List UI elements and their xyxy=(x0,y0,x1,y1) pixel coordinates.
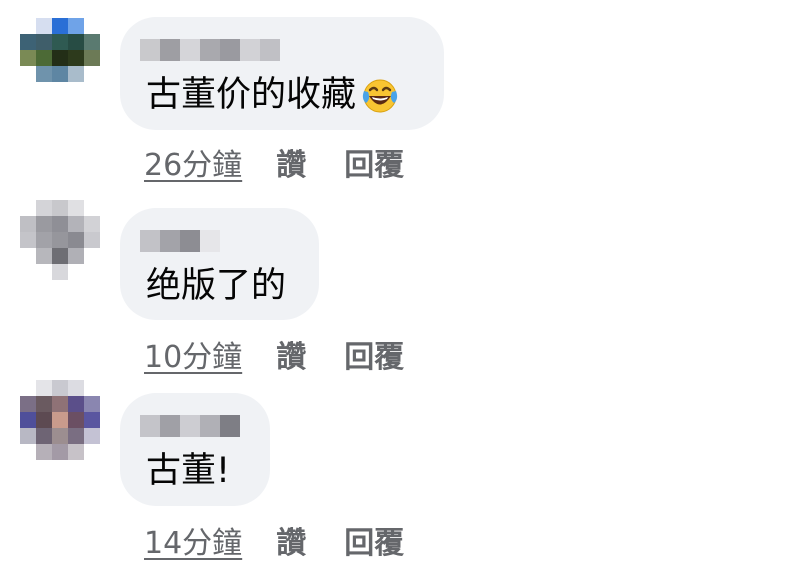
tears-of-joy-emoji-icon xyxy=(362,79,398,113)
reply-button[interactable]: 回覆 xyxy=(344,332,404,376)
comment-text-content: 古董! xyxy=(146,451,231,491)
comment-text: 古董价的收藏 xyxy=(146,75,400,115)
like-button[interactable]: 讚 xyxy=(276,140,306,184)
comment-actions: 10分鐘 讚 回覆 xyxy=(144,332,404,376)
comment-timestamp[interactable]: 14分鐘 xyxy=(144,518,242,562)
comment-item: 绝版了的 10分鐘 讚 回覆 xyxy=(0,190,800,375)
comment-bubble: 古董价的收藏 xyxy=(120,17,444,130)
comment-bubble: 绝版了的 xyxy=(120,208,319,320)
comment-timestamp[interactable]: 26分鐘 xyxy=(144,140,242,184)
like-button[interactable]: 讚 xyxy=(276,518,306,562)
comment-actions: 26分鐘 讚 回覆 xyxy=(144,140,404,184)
comment-text-content: 绝版了的 xyxy=(146,266,287,306)
reply-button[interactable]: 回覆 xyxy=(344,518,404,562)
avatar[interactable] xyxy=(20,200,100,280)
avatar[interactable] xyxy=(20,380,100,460)
comment-item: 古董价的收藏 26分鐘 讚 回覆 xyxy=(0,0,800,190)
comments-section: 古董价的收藏 26分鐘 讚 回覆 绝版了的 10分鐘 讚 回覆 古董! 14分鐘… xyxy=(0,0,800,562)
comment-timestamp[interactable]: 10分鐘 xyxy=(144,332,242,376)
reply-button[interactable]: 回覆 xyxy=(344,140,404,184)
avatar[interactable] xyxy=(20,18,100,98)
comment-actions: 14分鐘 讚 回覆 xyxy=(144,518,404,562)
like-button[interactable]: 讚 xyxy=(276,332,306,376)
comment-item: 古董! 14分鐘 讚 回覆 xyxy=(0,375,800,562)
comment-text: 绝版了的 xyxy=(146,266,286,306)
comment-text: 古董! xyxy=(146,451,230,491)
author-name-redacted[interactable] xyxy=(140,415,240,437)
author-name-redacted[interactable] xyxy=(140,39,280,61)
comment-bubble: 古董! xyxy=(120,393,270,506)
author-name-redacted[interactable] xyxy=(140,230,220,252)
comment-text-content: 古董价的收藏 xyxy=(146,75,357,115)
